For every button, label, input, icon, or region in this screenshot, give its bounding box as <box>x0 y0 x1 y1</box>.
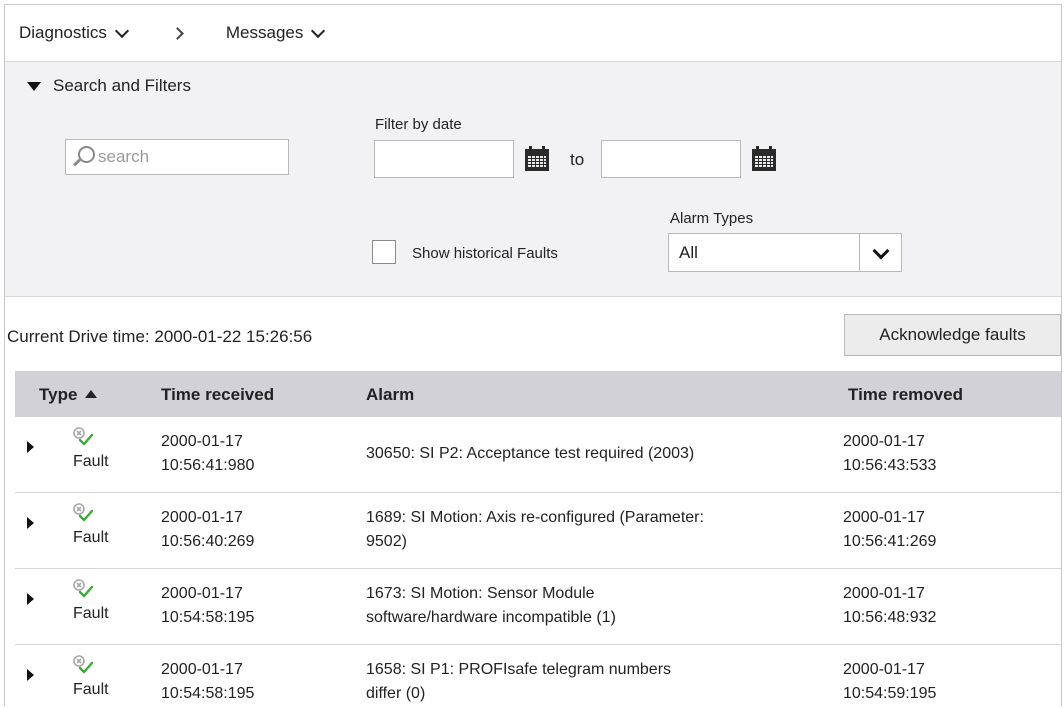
date-to-input[interactable] <box>601 140 741 178</box>
table-row[interactable]: Fault 2000-01-17 10:56:41:980 30650: SI P2:… <box>15 417 1061 493</box>
row-received-date: 2000-01-17 <box>161 509 243 526</box>
calendar-icon[interactable] <box>752 146 776 171</box>
search-icon <box>70 144 96 170</box>
expand-row-icon[interactable] <box>27 441 34 453</box>
show-historical-faults-label: Show historical Faults <box>412 245 558 262</box>
messages-panel: Diagnostics Messages Search and Filters … <box>4 4 1062 706</box>
breadcrumb-diagnostics-label: Diagnostics <box>19 23 107 42</box>
row-alarm: 1673: SI Motion: Sensor Module software/h… <box>366 582 616 630</box>
row-time-received: 2000-01-17 10:56:41:980 <box>161 430 254 478</box>
current-drive-time: Current Drive time: 2000-01-22 15:26:56 <box>7 327 313 346</box>
expand-row-icon[interactable] <box>27 593 34 605</box>
expand-row-icon[interactable] <box>27 669 34 681</box>
row-removed-date: 2000-01-17 <box>843 661 925 678</box>
chevron-right-icon <box>171 26 184 40</box>
fault-acknowledged-icon <box>73 427 93 446</box>
fault-acknowledged-icon <box>73 655 93 674</box>
column-header-time-received[interactable]: Time received <box>161 385 274 405</box>
row-time-removed: 2000-01-17 10:54:59:195 <box>843 658 936 706</box>
fault-acknowledged-icon <box>73 503 93 522</box>
row-received-date: 2000-01-17 <box>161 433 243 450</box>
row-removed-time: 10:56:43:533 <box>843 457 937 474</box>
row-removed-time: 10:56:48:932 <box>843 609 937 626</box>
search-box <box>65 139 289 175</box>
table-row[interactable]: Fault 2000-01-17 10:54:58:195 1673: SI Moti… <box>15 569 1061 645</box>
row-time-received: 2000-01-17 10:54:58:195 <box>161 658 254 706</box>
row-alarm-text: 1673: SI Motion: Sensor Module <box>366 585 595 602</box>
sort-ascending-icon <box>85 390 98 398</box>
column-header-time-removed[interactable]: Time removed <box>848 385 963 405</box>
search-and-filters-label: Search and Filters <box>53 76 191 95</box>
row-time-removed: 2000-01-17 10:56:41:269 <box>843 506 936 554</box>
search-and-filters-panel: Search and Filters Filter by date to Sho… <box>5 62 1061 297</box>
row-time-removed: 2000-01-17 10:56:48:932 <box>843 582 936 630</box>
row-type: Fault <box>73 453 109 470</box>
row-alarm-text: 1658: SI P1: PROFIsafe telegram numbers <box>366 661 672 678</box>
alarm-types-label: Alarm Types <box>670 210 754 227</box>
row-removed-date: 2000-01-17 <box>843 433 925 450</box>
chevron-down-icon <box>311 23 326 39</box>
row-alarm-text-continued: software/hardware incompatible (1) <box>366 609 616 626</box>
row-alarm: 1658: SI P1: PROFIsafe telegram numbers d… <box>366 658 671 706</box>
search-input[interactable] <box>96 146 280 168</box>
alarm-types-dropdown-button[interactable] <box>859 234 901 271</box>
chevron-down-icon <box>114 23 129 39</box>
fault-acknowledged-icon <box>73 579 93 598</box>
acknowledge-faults-button[interactable]: Acknowledge faults <box>844 314 1061 356</box>
calendar-icon[interactable] <box>525 146 549 171</box>
date-to-label: to <box>570 150 585 169</box>
date-from-input[interactable] <box>374 140 514 178</box>
row-type: Fault <box>73 605 109 622</box>
row-received-date: 2000-01-17 <box>161 585 243 602</box>
collapse-triangle-icon <box>27 81 41 91</box>
breadcrumb: Diagnostics Messages <box>5 5 1061 62</box>
row-alarm-text-continued: 9502) <box>366 533 407 550</box>
row-time-received: 2000-01-17 10:54:58:195 <box>161 582 254 630</box>
row-removed-time: 10:54:59:195 <box>843 685 937 702</box>
column-header-alarm[interactable]: Alarm <box>366 385 414 405</box>
row-removed-date: 2000-01-17 <box>843 585 925 602</box>
row-time-received: 2000-01-17 10:56:40:269 <box>161 506 254 554</box>
row-removed-date: 2000-01-17 <box>843 509 925 526</box>
chevron-down-icon <box>872 242 889 259</box>
row-time-removed: 2000-01-17 10:56:43:533 <box>843 430 936 478</box>
show-historical-faults-checkbox[interactable] <box>372 240 396 264</box>
column-header-type-label: Type <box>39 385 78 404</box>
row-alarm: 1689: SI Motion: Axis re-configured (Par… <box>366 506 704 554</box>
row-received-time: 10:54:58:195 <box>161 609 255 626</box>
row-received-time: 10:54:58:195 <box>161 685 255 702</box>
row-alarm-text: 30650: SI P2: Acceptance test required (… <box>366 445 695 462</box>
row-alarm-text: 1689: SI Motion: Axis re-configured (Par… <box>366 509 704 526</box>
row-received-date: 2000-01-17 <box>161 661 243 678</box>
table-row[interactable]: Fault 2000-01-17 10:56:40:269 1689: SI Moti… <box>15 493 1061 569</box>
search-and-filters-toggle[interactable]: Search and Filters <box>27 76 191 96</box>
table-row[interactable]: Fault 2000-01-17 10:54:58:195 1658: SI P1: … <box>15 645 1061 706</box>
row-alarm: 30650: SI P2: Acceptance test required (… <box>366 442 694 466</box>
filter-by-date-label: Filter by date <box>375 116 462 133</box>
alarm-types-value: All <box>679 242 698 262</box>
breadcrumb-messages[interactable]: Messages <box>225 23 326 43</box>
table-header: Type Time received Alarm Time removed <box>15 371 1061 417</box>
row-type: Fault <box>73 529 109 546</box>
row-received-time: 10:56:41:980 <box>161 457 255 474</box>
row-alarm-text-continued: differ (0) <box>366 685 426 702</box>
row-received-time: 10:56:40:269 <box>161 533 255 550</box>
row-type: Fault <box>73 681 109 698</box>
alarm-types-select[interactable]: All <box>668 233 902 272</box>
expand-row-icon[interactable] <box>27 517 34 529</box>
row-removed-time: 10:56:41:269 <box>843 533 937 550</box>
column-header-type[interactable]: Type <box>39 385 98 405</box>
breadcrumb-messages-label: Messages <box>225 23 304 42</box>
breadcrumb-diagnostics[interactable]: Diagnostics <box>19 23 129 43</box>
